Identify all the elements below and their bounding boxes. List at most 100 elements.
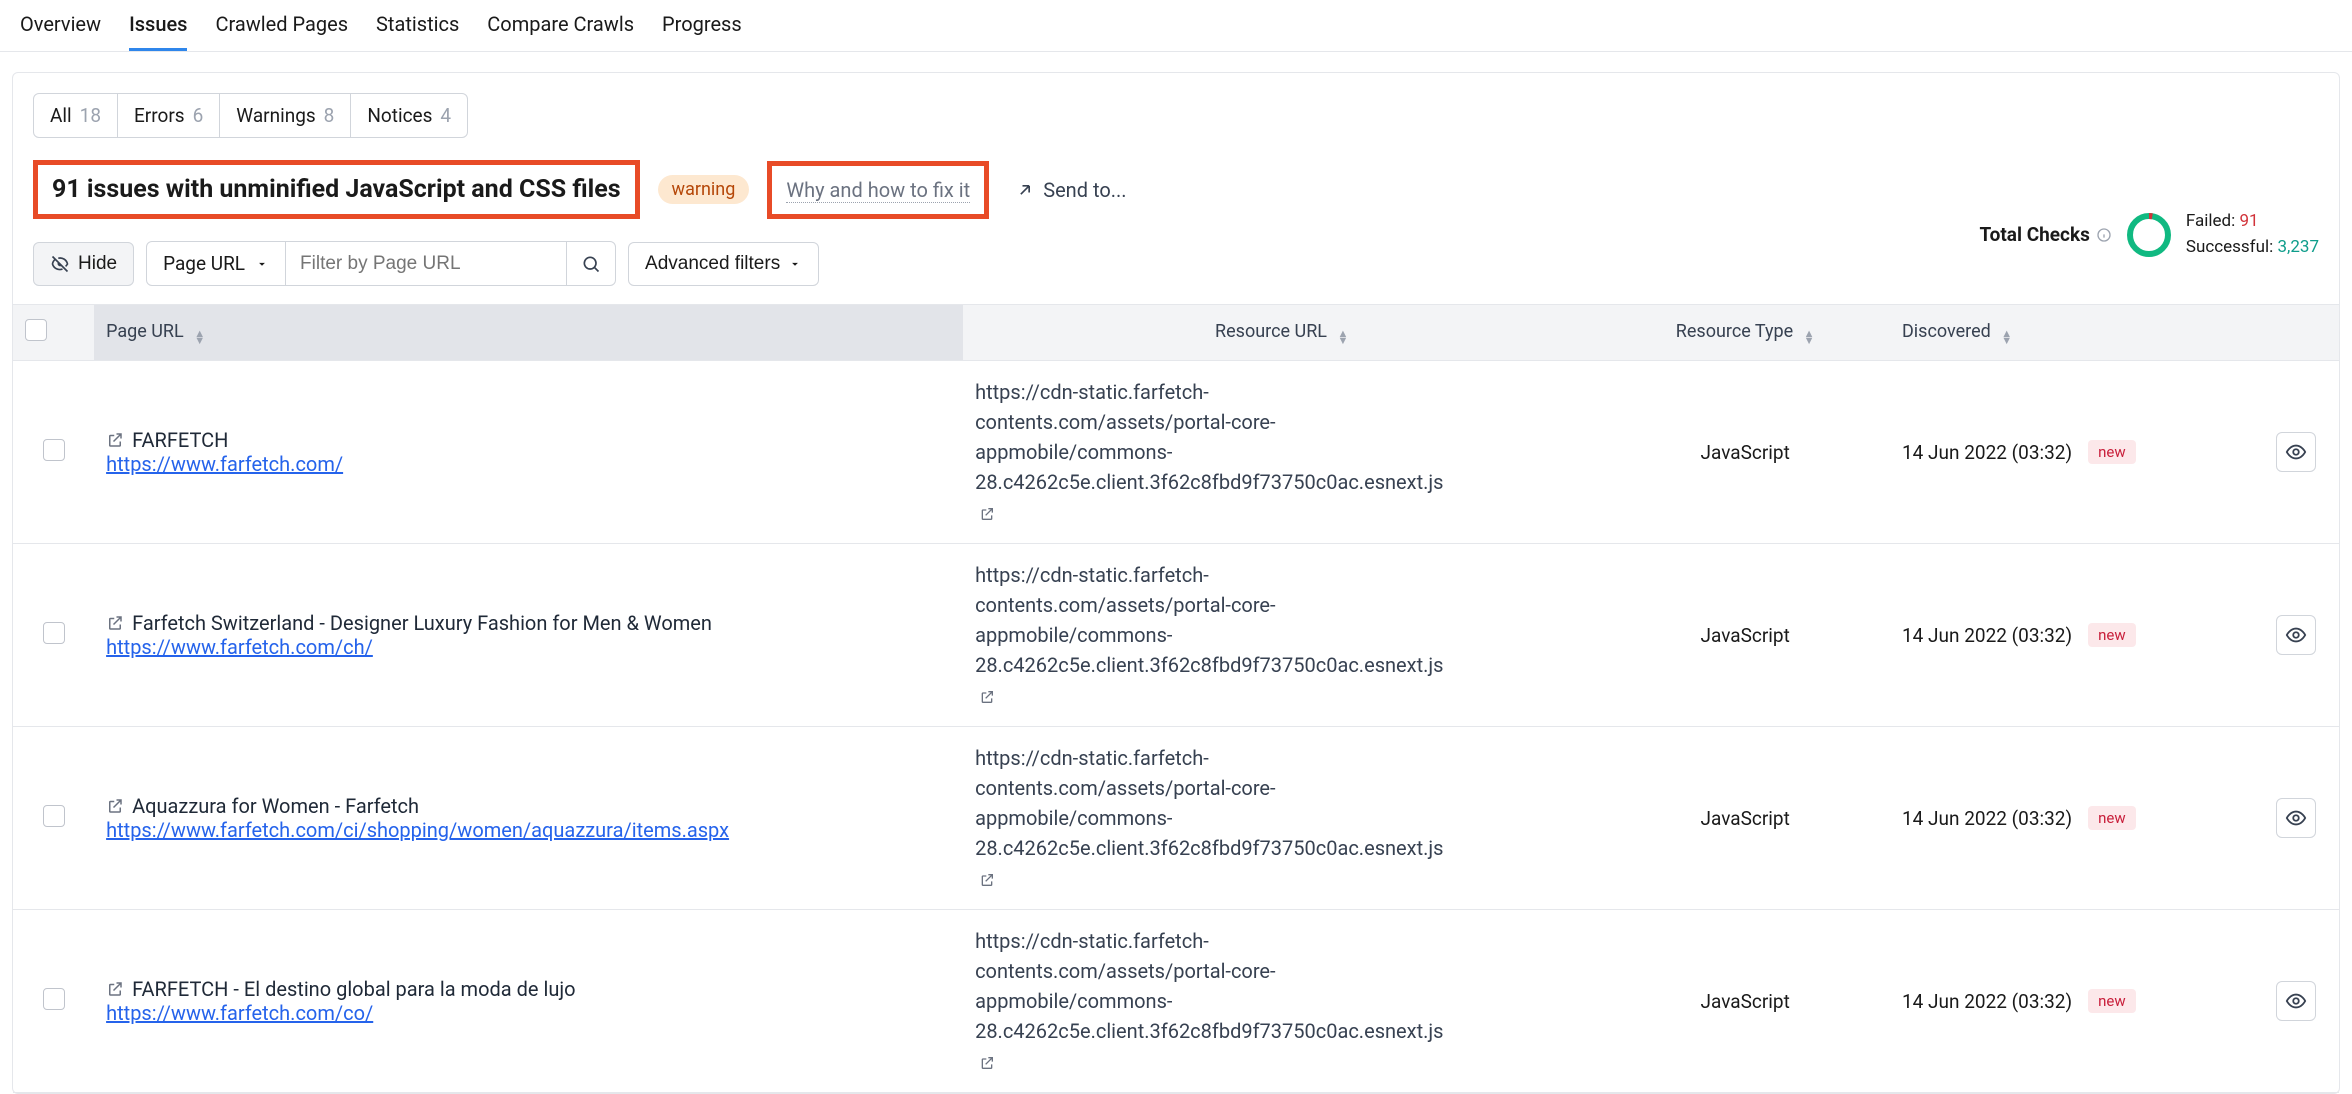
severity-filter-pills: All 18 Errors 6 Warnings 8 Notices 4 xyxy=(33,93,468,138)
controls-row: Hide Page URL Advanced filters xyxy=(33,241,2319,286)
total-checks-label: Total Checks xyxy=(1979,223,2089,246)
issue-title: 91 issues with unminified JavaScript and… xyxy=(33,160,640,219)
header-discovered[interactable]: Discovered ▲▼ xyxy=(1890,305,2252,361)
page-title-cell: FARFETCH - El destino global para la mod… xyxy=(106,977,951,1001)
send-to-button[interactable]: Send to... xyxy=(1015,178,1126,202)
header-label: Resource URL xyxy=(1215,321,1327,342)
pill-label: All xyxy=(50,104,72,127)
discovered-text: 14 Jun 2022 (03:32) xyxy=(1902,807,2072,830)
view-button[interactable] xyxy=(2276,981,2316,1021)
table-row: FARFETCH https://www.farfetch.com/ https… xyxy=(13,361,2339,544)
table-row: Aquazzura for Women - Farfetch https://w… xyxy=(13,727,2339,910)
pill-warnings[interactable]: Warnings 8 xyxy=(220,94,351,137)
tab-issues[interactable]: Issues xyxy=(129,12,187,51)
discovered-cell: 14 Jun 2022 (03:32) new xyxy=(1902,989,2240,1013)
pill-notices[interactable]: Notices 4 xyxy=(351,94,467,137)
page-title-text: Aquazzura for Women - Farfetch xyxy=(132,794,419,818)
tab-compare-crawls[interactable]: Compare Crawls xyxy=(487,12,634,51)
discovered-text: 14 Jun 2022 (03:32) xyxy=(1902,624,2072,647)
resource-url-text: https://cdn-static.farfetch-contents.com… xyxy=(975,929,1443,1043)
filter-field-select[interactable]: Page URL xyxy=(146,241,286,286)
external-link-icon[interactable] xyxy=(979,872,995,888)
page-url-link[interactable]: https://www.farfetch.com/ch/ xyxy=(106,635,373,659)
page-title-cell: Farfetch Switzerland - Designer Luxury F… xyxy=(106,611,951,635)
eye-icon xyxy=(2285,990,2307,1012)
pill-label: Warnings xyxy=(236,104,315,127)
advanced-filters-label: Advanced filters xyxy=(645,253,780,275)
eye-off-icon xyxy=(50,254,70,274)
pill-count: 18 xyxy=(80,104,101,127)
header-actions xyxy=(2252,305,2339,361)
resource-url-cell: https://cdn-static.farfetch-contents.com… xyxy=(975,560,1405,710)
share-icon xyxy=(1015,180,1035,200)
header-resource-type[interactable]: Resource Type ▲▼ xyxy=(1600,305,1890,361)
severity-badge: warning xyxy=(658,175,750,204)
new-badge: new xyxy=(2088,623,2136,647)
filter-input[interactable] xyxy=(286,241,566,286)
eye-icon xyxy=(2285,441,2307,463)
external-link-icon[interactable] xyxy=(106,431,124,449)
pill-all[interactable]: All 18 xyxy=(34,94,118,137)
page-url-link[interactable]: https://www.farfetch.com/ xyxy=(106,452,343,476)
new-badge: new xyxy=(2088,989,2136,1013)
select-all-checkbox[interactable] xyxy=(25,319,47,341)
failed-row: Failed: 91 xyxy=(2186,209,2319,235)
eye-icon xyxy=(2285,624,2307,646)
discovered-text: 14 Jun 2022 (03:32) xyxy=(1902,990,2072,1013)
send-to-label: Send to... xyxy=(1043,178,1126,202)
success-label: Successful: xyxy=(2186,237,2273,257)
resource-url-cell: https://cdn-static.farfetch-contents.com… xyxy=(975,743,1405,893)
resource-url-text: https://cdn-static.farfetch-contents.com… xyxy=(975,746,1443,860)
advanced-filters-button[interactable]: Advanced filters xyxy=(628,242,819,286)
pill-count: 4 xyxy=(440,104,451,127)
checks-numbers: Failed: 91 Successful: 3,237 xyxy=(2186,209,2319,260)
failed-label: Failed: xyxy=(2186,211,2235,231)
header-page-url[interactable]: Page URL ▲▼ xyxy=(94,305,963,361)
view-button[interactable] xyxy=(2276,615,2316,655)
sort-icon: ▲▼ xyxy=(194,331,205,344)
page-url-link[interactable]: https://www.farfetch.com/co/ xyxy=(106,1001,373,1025)
row-checkbox[interactable] xyxy=(43,622,65,644)
resource-url-text: https://cdn-static.farfetch-contents.com… xyxy=(975,563,1443,677)
external-link-icon[interactable] xyxy=(106,614,124,632)
external-link-icon[interactable] xyxy=(106,980,124,998)
row-checkbox[interactable] xyxy=(43,805,65,827)
sort-icon: ▲▼ xyxy=(2001,331,2012,344)
discovered-cell: 14 Jun 2022 (03:32) new xyxy=(1902,806,2240,830)
select-label: Page URL xyxy=(163,252,245,275)
page-url-link[interactable]: https://www.farfetch.com/ci/shopping/wom… xyxy=(106,818,729,842)
pill-errors[interactable]: Errors 6 xyxy=(118,94,220,137)
row-checkbox[interactable] xyxy=(43,439,65,461)
success-row: Successful: 3,237 xyxy=(2186,235,2319,261)
issues-panel: All 18 Errors 6 Warnings 8 Notices 4 91 … xyxy=(12,72,2340,1094)
header-resource-url[interactable]: Resource URL ▲▼ xyxy=(963,305,1600,361)
external-link-icon[interactable] xyxy=(106,797,124,815)
issues-table-wrap: Page URL ▲▼ Resource URL ▲▼ Resource Typ… xyxy=(13,304,2339,1093)
external-link-icon[interactable] xyxy=(979,689,995,705)
resource-url-text: https://cdn-static.farfetch-contents.com… xyxy=(975,380,1443,494)
success-value: 3,237 xyxy=(2277,237,2319,257)
total-checks-block: Total Checks Failed: 91 Success xyxy=(1979,209,2319,260)
search-icon xyxy=(581,254,601,274)
view-button[interactable] xyxy=(2276,798,2316,838)
view-button[interactable] xyxy=(2276,432,2316,472)
tab-progress[interactable]: Progress xyxy=(662,12,742,51)
row-checkbox[interactable] xyxy=(43,988,65,1010)
why-and-how-link[interactable]: Why and how to fix it xyxy=(786,178,970,203)
checks-ring-chart xyxy=(2126,212,2172,258)
pill-label: Notices xyxy=(367,104,432,127)
hide-button[interactable]: Hide xyxy=(33,242,134,286)
tab-crawled-pages[interactable]: Crawled Pages xyxy=(215,12,348,51)
info-icon[interactable] xyxy=(2096,227,2112,243)
external-link-icon[interactable] xyxy=(979,1055,995,1071)
tab-statistics[interactable]: Statistics xyxy=(376,12,459,51)
discovered-cell: 14 Jun 2022 (03:32) new xyxy=(1902,440,2240,464)
external-link-icon[interactable] xyxy=(979,506,995,522)
heading-row: 91 issues with unminified JavaScript and… xyxy=(33,160,2319,219)
tab-overview[interactable]: Overview xyxy=(20,12,101,51)
pill-count: 8 xyxy=(324,104,335,127)
search-button[interactable] xyxy=(566,241,616,286)
resource-type-cell: JavaScript xyxy=(1600,361,1890,544)
discovered-text: 14 Jun 2022 (03:32) xyxy=(1902,441,2072,464)
discovered-cell: 14 Jun 2022 (03:32) new xyxy=(1902,623,2240,647)
